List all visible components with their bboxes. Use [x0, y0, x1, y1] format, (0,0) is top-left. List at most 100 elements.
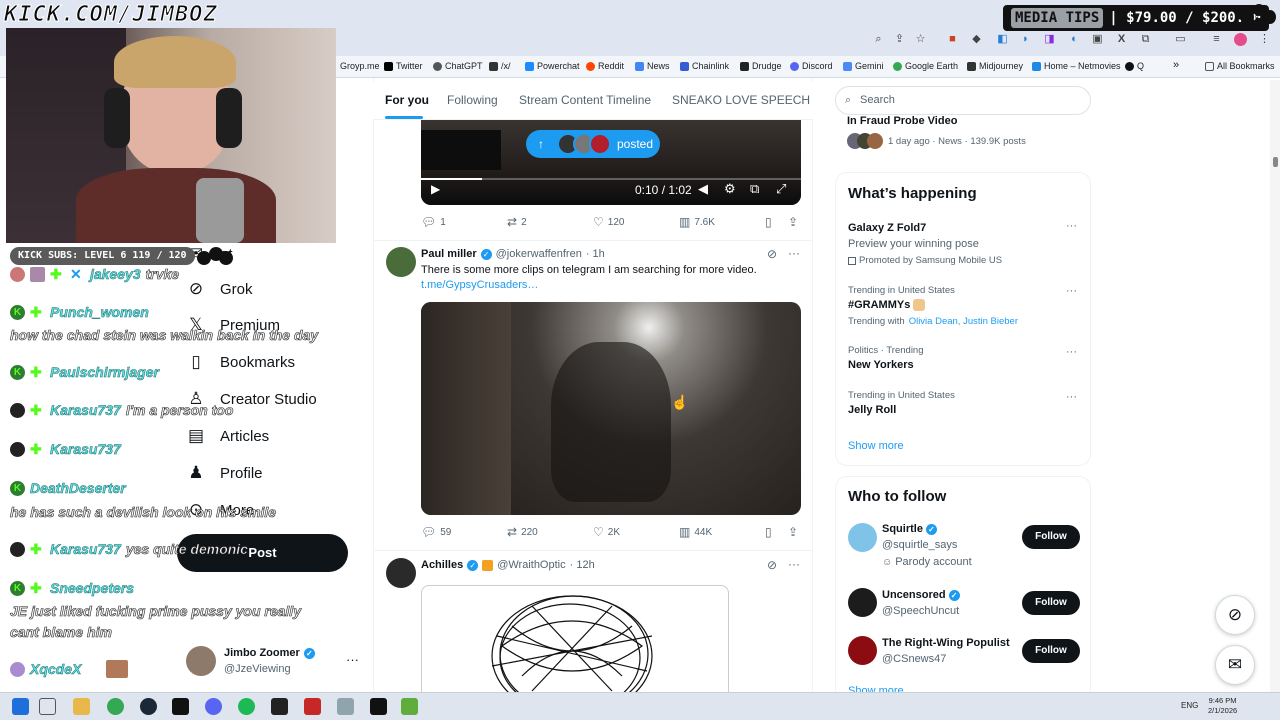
author-handle[interactable]: @WraithOptic — [497, 559, 565, 571]
follow-button[interactable]: Follow — [1022, 525, 1080, 549]
tweet-video[interactable]: ☝ — [421, 302, 801, 515]
repost-button[interactable]: ⇄ 220 — [507, 525, 538, 539]
bookmark-item[interactable]: Drudge — [740, 61, 782, 71]
suggestion-name-row[interactable]: Squirtle ✓ — [882, 523, 937, 535]
spotify-icon[interactable] — [238, 698, 255, 715]
bookmark-item[interactable]: Groyp.me — [340, 61, 380, 71]
bookmark-item[interactable]: News — [635, 61, 670, 71]
bookmark-item[interactable]: Q — [1125, 61, 1144, 71]
views-button[interactable]: ▥ 44K — [679, 525, 712, 539]
like-button[interactable]: ♡ 120 — [593, 215, 624, 229]
trend-name[interactable]: New Yorkers — [848, 359, 914, 371]
like-button[interactable]: ♡ 2K — [593, 525, 620, 539]
extensions-puzzle-icon[interactable]: ⧉ — [1139, 33, 1152, 46]
steam-icon[interactable] — [140, 698, 157, 715]
minecraft-icon[interactable] — [401, 698, 418, 715]
more-dots-icon[interactable]: ··· — [346, 652, 359, 667]
bookmark-item[interactable]: Reddit — [586, 61, 624, 71]
app-icon[interactable] — [370, 698, 387, 715]
more-dots-icon[interactable]: ··· — [788, 557, 800, 571]
nav-grok[interactable]: ⊘ Grok — [186, 275, 253, 303]
trend-name[interactable]: Galaxy Z Fold7 — [848, 222, 926, 234]
bookmark-item[interactable]: Midjourney — [967, 61, 1023, 71]
language-indicator[interactable]: ENG — [1181, 701, 1198, 710]
extension-icon[interactable]: ◗ — [1019, 33, 1032, 46]
grok-icon[interactable]: ⊘ — [767, 247, 777, 261]
more-dots-icon[interactable]: ··· — [1066, 346, 1077, 358]
extension-icon[interactable]: ◐ — [1068, 33, 1081, 46]
bookmark-item[interactable]: Powerchat — [525, 61, 580, 71]
clock[interactable]: 9:46 PM 2/1/2026 — [1208, 696, 1237, 716]
author-handle[interactable]: @jokerwaffenfren — [496, 248, 582, 260]
tweet-time[interactable]: · 12h — [570, 559, 595, 571]
show-more-link[interactable]: Show more — [848, 440, 904, 452]
pip-icon[interactable]: ⧉ — [750, 181, 759, 197]
grok-floating-button[interactable]: ⊘ — [1215, 595, 1255, 635]
reply-button[interactable]: 💬︎ 59 — [421, 525, 451, 539]
repost-button[interactable]: ⇄ 2 — [507, 215, 527, 229]
tab-for-you[interactable]: For you — [385, 93, 429, 107]
zoom-icon[interactable]: ⌕ — [872, 33, 885, 46]
nav-profile[interactable]: ♟ Profile — [186, 459, 262, 487]
new-posts-pill[interactable]: ↑ posted — [526, 130, 660, 158]
nav-articles[interactable]: ▤ Articles — [186, 422, 269, 450]
bookmark-item[interactable]: /x/ — [489, 61, 511, 71]
install-app-icon[interactable]: ⇪ — [893, 33, 906, 46]
extension-icon[interactable]: ◨ — [1043, 33, 1056, 46]
menu-list-icon[interactable]: ≡ — [1210, 33, 1223, 46]
app-icon[interactable] — [172, 698, 189, 715]
tweet-link[interactable]: t.me/GypsyCrusaders… — [421, 279, 538, 291]
trending-with-links[interactable]: Olivia Dean, Justin Bieber — [909, 316, 1018, 327]
tab-stream-content-timeline[interactable]: Stream Content Timeline — [519, 93, 651, 107]
star-icon[interactable]: ☆ — [914, 33, 927, 46]
volume-icon[interactable]: ◀ — [698, 181, 708, 197]
fullscreen-icon[interactable]: ⤢ — [776, 181, 786, 197]
play-icon[interactable]: ▶ — [431, 182, 440, 196]
avatar[interactable] — [386, 558, 416, 588]
scrollbar-thumb[interactable] — [1273, 157, 1278, 167]
bookmark-item[interactable]: Gemini — [843, 61, 884, 71]
all-bookmarks[interactable]: All Bookmarks — [1205, 61, 1275, 71]
trend-name[interactable]: Jelly Roll — [848, 404, 896, 416]
nav-bookmarks[interactable]: ▯ Bookmarks — [186, 348, 295, 376]
search-input[interactable]: ⌕ Search — [835, 86, 1091, 115]
extension-icon[interactable]: ■ — [946, 33, 959, 46]
sidebar-icon[interactable]: ▭ — [1174, 33, 1187, 46]
profile-avatar-icon[interactable] — [1234, 33, 1247, 46]
suggestion-name-row[interactable]: The Right-Wing Populist — [882, 637, 1010, 649]
x-extension-icon[interactable]: X — [1115, 33, 1128, 46]
views-button[interactable]: ▥ 7.6K — [679, 215, 715, 229]
extension-shield-icon[interactable]: ◆ — [970, 33, 983, 46]
more-dots-icon[interactable]: ··· — [1066, 285, 1077, 297]
tab-sneako-love-speech[interactable]: SNEAKO LOVE SPEECH — [672, 93, 810, 107]
bookmark-item[interactable]: Google Earth — [893, 61, 958, 71]
trend-title[interactable]: In Fraud Probe Video — [847, 115, 957, 127]
grok-icon[interactable]: ⊘ — [767, 558, 777, 572]
kebab-menu-icon[interactable]: ⋮ — [1258, 33, 1271, 46]
avatar[interactable] — [848, 588, 877, 617]
discord-icon[interactable] — [205, 698, 222, 715]
messages-floating-button[interactable]: ✉ — [1215, 645, 1255, 685]
bookmark-item[interactable]: Chainlink — [680, 61, 729, 71]
follow-button[interactable]: Follow — [1022, 639, 1080, 663]
more-dots-icon[interactable]: ··· — [788, 246, 800, 260]
author-name[interactable]: Achilles — [421, 559, 463, 571]
follow-button[interactable]: Follow — [1022, 591, 1080, 615]
app-icon[interactable] — [304, 698, 321, 715]
trend-name-row[interactable]: #GRAMMYs — [848, 299, 926, 311]
settings-gear-icon[interactable]: ⚙ — [724, 181, 736, 197]
chrome-icon[interactable] — [107, 698, 124, 715]
account-switcher[interactable]: Jimbo Zoomer ✓ @JzeViewing ··· — [186, 644, 366, 680]
avatar[interactable] — [848, 636, 877, 665]
tweet-time[interactable]: · 1h — [586, 248, 605, 260]
extension-icon[interactable]: ▣ — [1091, 33, 1104, 46]
scrollbar[interactable] — [1270, 80, 1280, 692]
share-button[interactable]: ⇪ — [788, 215, 798, 229]
more-dots-icon[interactable]: ··· — [1066, 220, 1077, 232]
tab-following[interactable]: Following — [447, 93, 498, 107]
file-explorer-icon[interactable] — [73, 698, 90, 715]
tweet-image[interactable] — [421, 585, 729, 692]
bookmark-item[interactable]: Discord — [790, 61, 833, 71]
avatar[interactable] — [386, 247, 416, 277]
bookmark-item[interactable]: Home – Netmovies — [1032, 61, 1121, 71]
